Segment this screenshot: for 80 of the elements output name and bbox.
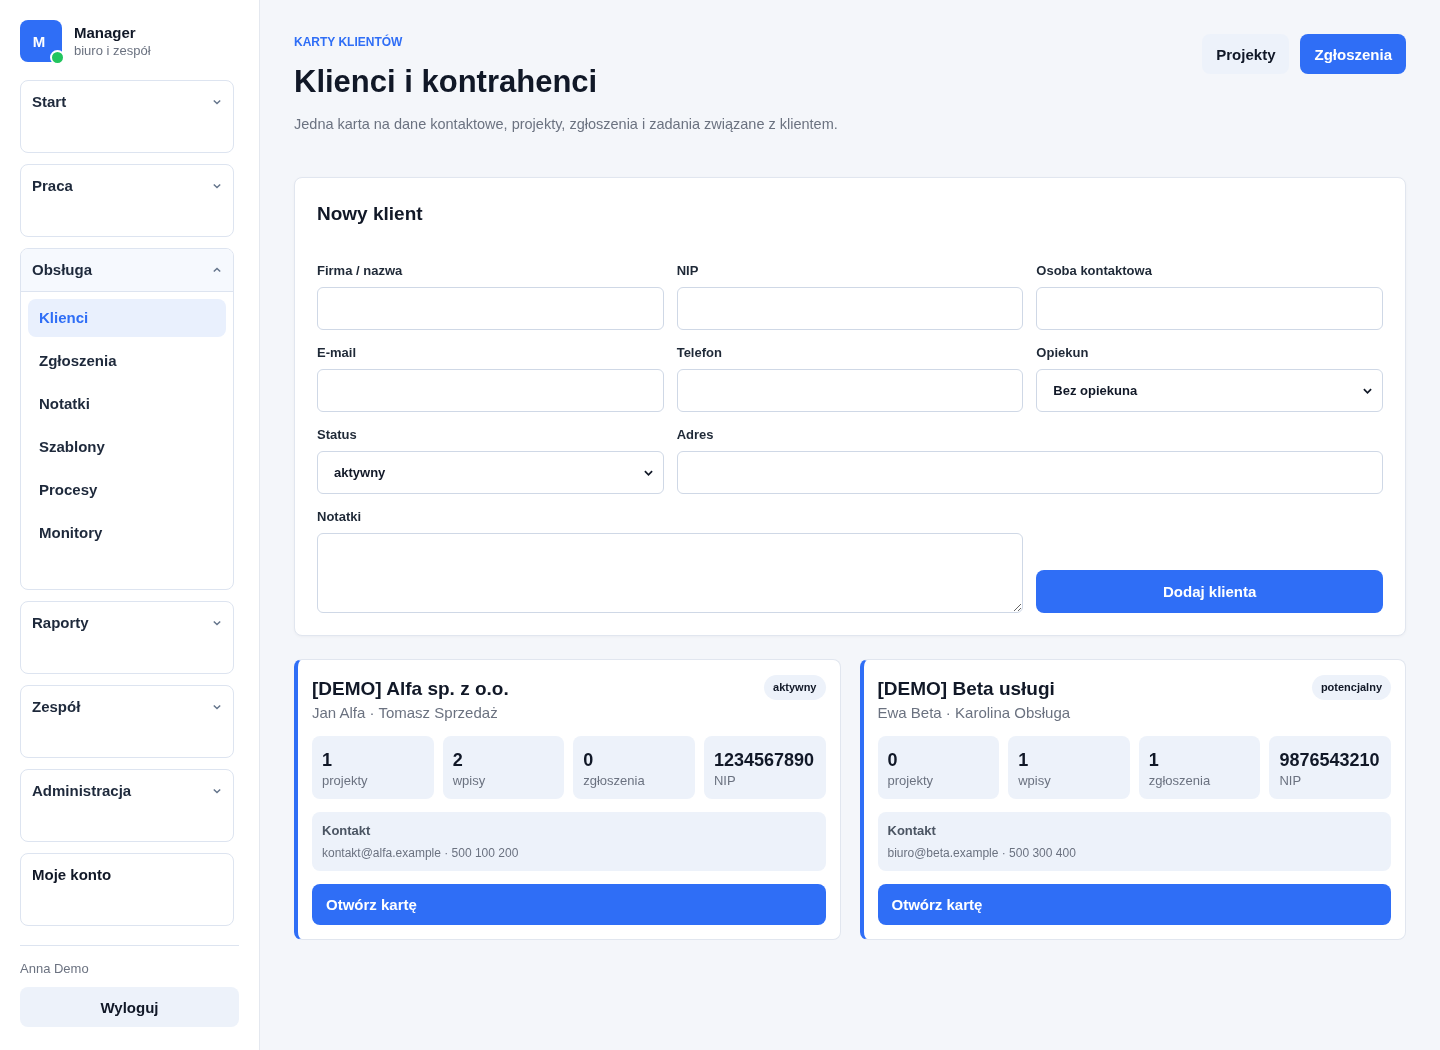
stat-label: wpisy	[1018, 772, 1052, 790]
input-field[interactable]	[1036, 287, 1383, 330]
page-title: Klienci i kontrahenci	[294, 64, 599, 100]
chevron-down-icon	[1363, 387, 1372, 394]
client-contacts: Jan Alfa · Tomasz Sprzedaż	[312, 703, 499, 723]
contact-details: biuro@beta.example · 500 300 400	[887, 845, 1077, 862]
nav-group-header[interactable]: Praca	[21, 165, 233, 207]
user-name: Anna Demo	[20, 960, 90, 978]
nav-group-header[interactable]: Raporty	[21, 602, 233, 644]
chevron-down-icon	[643, 469, 653, 476]
status-badge: aktywny	[764, 675, 826, 700]
field-label: Opiekun	[1036, 345, 1090, 361]
stat-value: 1	[1148, 749, 1160, 772]
stat-value: 1	[1018, 749, 1030, 772]
stat-label: NIP	[1279, 772, 1303, 790]
nav-group-header[interactable]: Start	[21, 81, 233, 123]
stat-value: 1234567890	[713, 749, 815, 772]
input-field[interactable]	[317, 287, 664, 330]
stat-label: projekty	[887, 772, 935, 790]
status-dot-icon	[50, 50, 65, 65]
input-field[interactable]	[676, 287, 1024, 330]
nav-item[interactable]: Zgłoszenia	[28, 342, 226, 380]
stat-label: zgłoszenia	[583, 772, 646, 790]
add-client-button[interactable]: Dodaj klienta	[1036, 570, 1383, 613]
nav-link[interactable]: Moje konto	[21, 854, 233, 896]
nav-item[interactable]: Procesy	[28, 471, 226, 509]
chevron-down-icon	[213, 183, 221, 189]
app-name: Manager	[74, 23, 137, 42]
field-label: Adres	[676, 427, 715, 443]
stat-label: projekty	[322, 772, 369, 790]
logout-button[interactable]: Wyloguj	[20, 987, 239, 1027]
stat-value: 2	[452, 749, 464, 772]
open-card-button[interactable]: Otwórz kartę	[312, 884, 826, 925]
nav-item[interactable]: Szablony	[28, 428, 226, 466]
page-description: Jedna karta na dane kontaktowe, projekty, zgłoszenia i zadania związane z klientem.	[294, 115, 838, 134]
primary-button[interactable]: Zgłoszenia	[1300, 34, 1406, 74]
field-label: Notatki	[317, 509, 363, 525]
stat-value: 1	[322, 749, 333, 772]
chevron-down-icon	[213, 620, 221, 626]
chevron-up-icon	[213, 267, 221, 273]
contact-label: Kontakt	[887, 822, 937, 840]
stat-label: wpisy	[452, 772, 487, 790]
select-field[interactable]: aktywny	[317, 451, 664, 494]
contact-details: kontakt@alfa.example · 500 100 200	[322, 845, 520, 862]
field-label: Osoba kontaktowa	[1036, 263, 1153, 279]
input-field[interactable]	[317, 369, 664, 412]
form-title: Nowy klient	[317, 202, 424, 226]
nav-group-header[interactable]: Obsługa	[21, 249, 233, 292]
stat-value: 0	[583, 749, 595, 772]
nav-item[interactable]: Monitory	[28, 514, 226, 552]
client-name: [DEMO] Beta usługi	[877, 677, 1056, 701]
chevron-down-icon	[213, 788, 221, 794]
contact-label: Kontakt	[322, 822, 372, 840]
chevron-down-icon	[213, 99, 221, 105]
nav-item[interactable]: Klienci	[28, 299, 226, 337]
secondary-button[interactable]: Projekty	[1202, 34, 1290, 74]
stat-value: 0	[887, 749, 899, 772]
input-field[interactable]	[676, 451, 1383, 494]
field-label: NIP	[676, 263, 700, 279]
stat-value: 9876543210	[1279, 749, 1381, 772]
logo-mark: M	[20, 20, 62, 62]
open-card-button[interactable]: Otwórz kartę	[877, 884, 1391, 925]
textarea-field[interactable]	[317, 533, 1024, 613]
nav-group-header[interactable]: Zespół	[21, 686, 233, 728]
nav-group-header[interactable]: Administracja	[21, 770, 233, 812]
app-subtitle: biuro i zespół	[74, 42, 151, 59]
stat-label: NIP	[713, 772, 737, 790]
field-label: E-mail	[317, 345, 357, 361]
field-label: Firma / nazwa	[317, 263, 404, 279]
stat-label: zgłoszenia	[1148, 772, 1212, 790]
field-label: Telefon	[676, 345, 723, 361]
chevron-down-icon	[213, 704, 221, 710]
client-name: [DEMO] Alfa sp. z o.o.	[312, 677, 509, 701]
status-badge: potencjalny	[1311, 675, 1391, 700]
section-eyebrow: KARTY KLIENTÓW	[294, 34, 404, 50]
nav-item[interactable]: Notatki	[28, 385, 226, 423]
input-field[interactable]	[676, 369, 1024, 412]
select-field[interactable]: Bez opiekuna	[1036, 369, 1383, 412]
client-contacts: Ewa Beta · Karolina Obsługa	[877, 703, 1071, 723]
field-label: Status	[317, 427, 358, 443]
